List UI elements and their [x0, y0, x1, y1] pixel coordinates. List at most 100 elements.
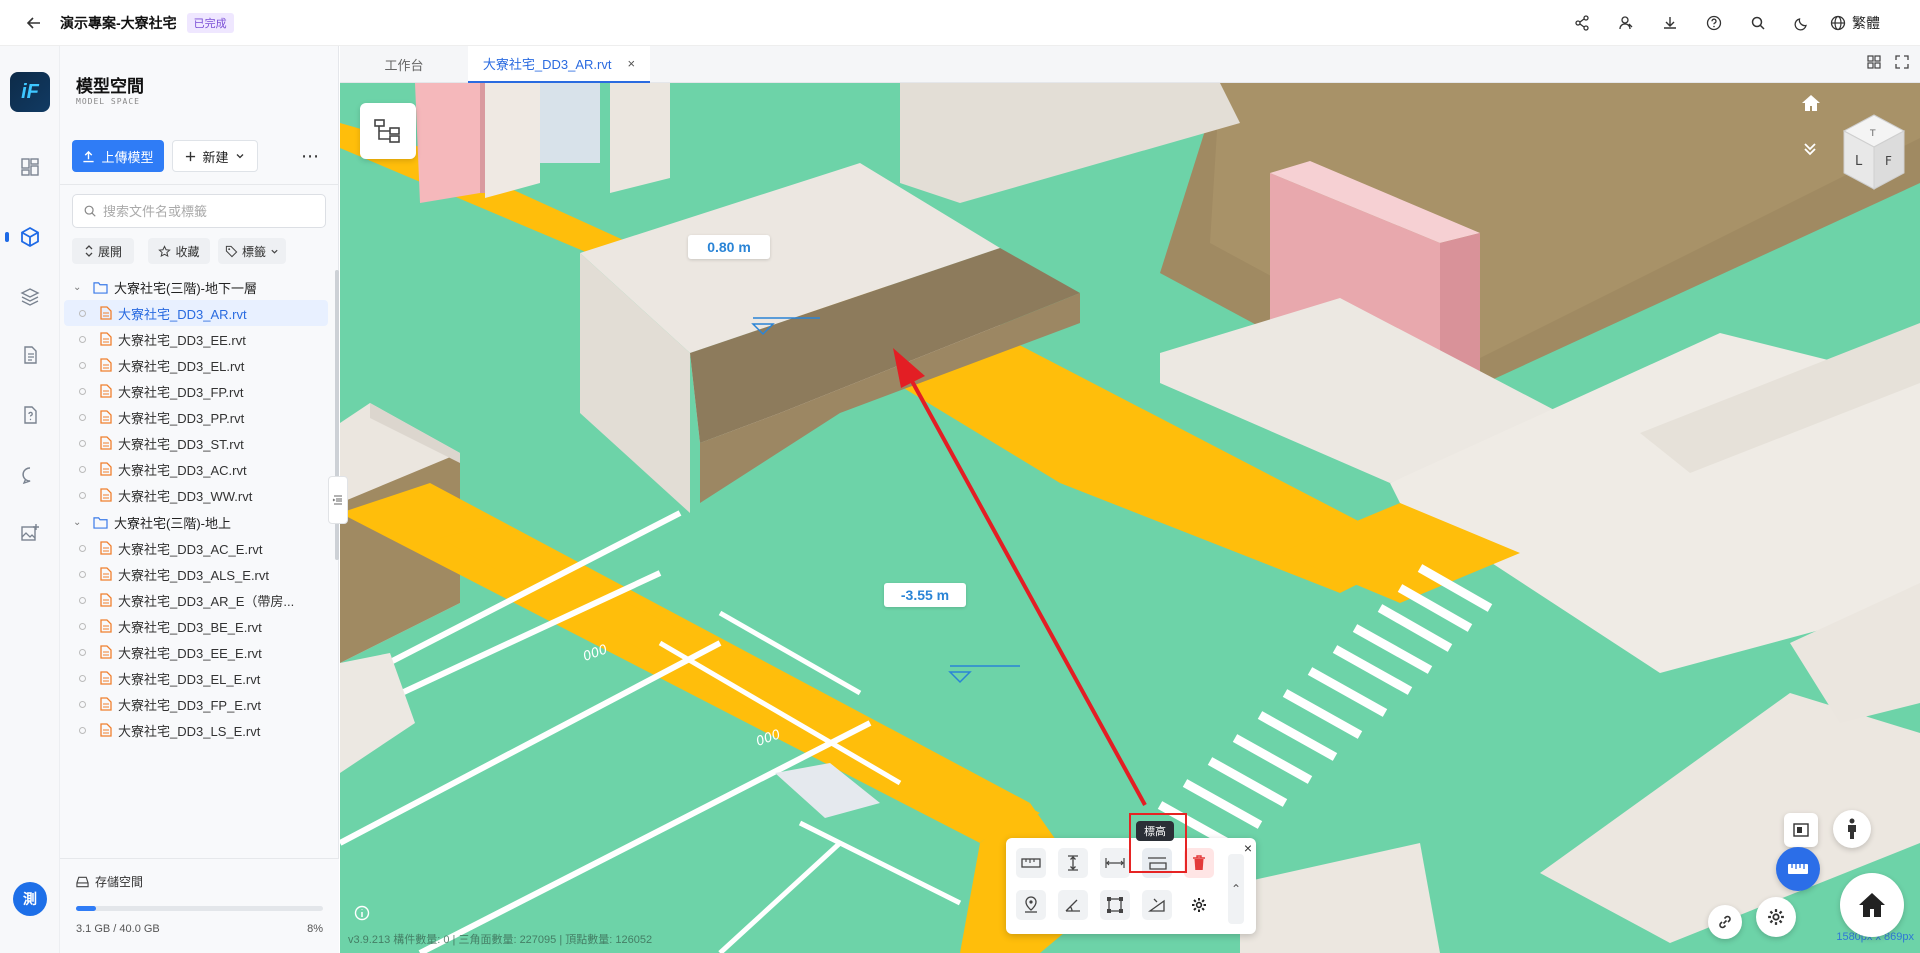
file-item[interactable]: 大寮社宅_DD3_EL.rvt — [64, 352, 328, 378]
file-item[interactable]: 大寮社宅_DD3_EE_E.rvt — [64, 639, 328, 665]
slope-measure-icon[interactable] — [1142, 890, 1172, 920]
dark-mode-icon[interactable] — [1780, 0, 1824, 46]
file-item[interactable]: 大寮社宅_DD3_AR_E（帶房... — [64, 587, 328, 613]
comment-icon[interactable] — [15, 460, 45, 490]
collaborators-icon[interactable] — [1604, 0, 1648, 46]
expand-chip[interactable]: 展開 — [72, 238, 134, 264]
tab-workbench[interactable]: 工作台 — [340, 46, 468, 83]
file-item[interactable]: 大寮社宅_DD3_AC.rvt — [64, 456, 328, 482]
file-icon — [100, 723, 112, 737]
3d-viewport[interactable]: 000 000 0.80 m -3.55 m T L F × ⌃ 標高 v3.9… — [340, 83, 1920, 953]
file-icon — [100, 671, 112, 685]
language-switch[interactable]: 繁體 — [1830, 13, 1880, 33]
image-add-icon[interactable] — [15, 518, 45, 548]
point-location-icon[interactable] — [1016, 890, 1046, 920]
home-button[interactable] — [1840, 873, 1904, 937]
link-icon[interactable] — [1708, 905, 1742, 939]
file-item[interactable]: 大寮社宅_DD3_FP_E.rvt — [64, 691, 328, 717]
file-label: 大寮社宅_DD3_BE_E.rvt — [118, 619, 262, 635]
file-item[interactable]: 大寮社宅_DD3_AC_E.rvt — [64, 535, 328, 561]
folder-icon — [93, 281, 108, 294]
width-measure-icon[interactable] — [1100, 848, 1130, 878]
measure-mode-button[interactable] — [1776, 847, 1820, 891]
file-item[interactable]: 大寮社宅_DD3_EE.rvt — [64, 326, 328, 352]
model-cube-icon[interactable] — [15, 222, 45, 252]
fullscreen-icon[interactable] — [1894, 54, 1910, 70]
elevation-tag-upper[interactable]: 0.80 m — [688, 235, 770, 259]
file-icon — [100, 306, 112, 320]
file-item[interactable]: 大寮社宅_DD3_PP.rvt — [64, 404, 328, 430]
settings-gear-icon[interactable] — [1184, 890, 1214, 920]
angle-measure-icon[interactable] — [1058, 890, 1088, 920]
expand-icon — [85, 245, 93, 257]
file-label: 大寮社宅_DD3_EL_E.rvt — [118, 671, 261, 687]
file-item[interactable]: 大寮社宅_DD3_ALS_E.rvt — [64, 561, 328, 587]
dashboard-icon[interactable] — [15, 152, 45, 182]
back-arrow-icon[interactable] — [22, 11, 46, 35]
file-icon — [100, 488, 112, 502]
file-item[interactable]: 大寮社宅_DD3_BE_E.rvt — [64, 613, 328, 639]
share-icon[interactable] — [1560, 0, 1604, 46]
svg-text:F: F — [1885, 154, 1892, 168]
area-measure-icon[interactable] — [1100, 890, 1130, 920]
search-icon[interactable] — [1736, 0, 1780, 46]
folder-above-ground[interactable]: ⌄ 大寮社宅(三階)-地上 — [60, 509, 330, 535]
download-icon[interactable] — [1648, 0, 1692, 46]
close-icon[interactable]: × — [1244, 840, 1252, 856]
model-tree-button[interactable] — [360, 103, 416, 159]
section-view-icon[interactable] — [1784, 813, 1818, 847]
divider — [60, 184, 339, 185]
user-avatar[interactable]: 測 — [13, 882, 47, 916]
question-file-icon[interactable] — [15, 400, 45, 430]
vertical-measure-icon[interactable] — [1058, 848, 1088, 878]
storage-used: 3.1 GB / 40.0 GB — [76, 923, 160, 935]
elevation-tag-lower[interactable]: -3.55 m — [884, 583, 966, 607]
folder-basement[interactable]: ⌄ 大寮社宅(三階)-地下一層 — [60, 274, 330, 300]
chevron-down-icon — [271, 249, 278, 254]
tab-label: 大寮社宅_DD3_AR.rvt — [482, 57, 612, 72]
favorites-chip[interactable]: 收藏 — [148, 238, 210, 264]
file-item[interactable]: 大寮社宅_DD3_WW.rvt — [64, 482, 328, 508]
storage-title: 存儲空間 — [76, 873, 143, 890]
file-icon — [100, 436, 112, 450]
search-input[interactable] — [103, 203, 313, 219]
status-badge: 已完成 — [186, 12, 234, 33]
home-view-icon[interactable] — [1800, 93, 1822, 116]
tab-model-file[interactable]: 大寮社宅_DD3_AR.rvt × — [468, 46, 650, 83]
file-icon — [100, 541, 112, 555]
chevron-up-icon[interactable]: ⌃ — [1228, 854, 1244, 924]
file-icon — [100, 619, 112, 633]
file-item[interactable]: 大寮社宅_DD3_LS_E.rvt — [64, 717, 328, 743]
viewer-settings-icon[interactable] — [1756, 897, 1796, 937]
tags-chip[interactable]: 標籤 — [218, 238, 286, 264]
help-icon[interactable] — [1692, 0, 1736, 46]
tab-bar: 工作台 大寮社宅_DD3_AR.rvt × — [340, 46, 1920, 83]
search-icon — [84, 205, 96, 217]
upload-label: 上傳模型 — [101, 149, 154, 165]
layers-icon[interactable] — [15, 282, 45, 312]
delete-icon[interactable] — [1184, 848, 1214, 878]
caret-down-icon: ⌄ — [73, 281, 82, 293]
file-item[interactable]: 大寮社宅_DD3_AR.rvt — [64, 300, 328, 326]
file-item[interactable]: 大寮社宅_DD3_FP.rvt — [64, 378, 328, 404]
split-view-icon[interactable] — [1866, 54, 1882, 70]
file-label: 大寮社宅_DD3_ALS_E.rvt — [118, 567, 269, 583]
tags-label: 標籤 — [241, 244, 266, 259]
close-tab-icon[interactable]: × — [628, 56, 636, 71]
more-options-icon[interactable]: ⋯ — [295, 144, 325, 168]
double-chevron-down-icon[interactable] — [1802, 141, 1818, 160]
upload-model-button[interactable]: 上傳模型 — [72, 140, 164, 172]
file-item[interactable]: 大寮社宅_DD3_ST.rvt — [64, 430, 328, 456]
new-button[interactable]: 新建 — [172, 140, 258, 172]
file-item[interactable]: 大寮社宅_DD3_EL_E.rvt — [64, 665, 328, 691]
ruler-icon — [1788, 864, 1808, 874]
file-tree: ⌄ 大寮社宅(三階)-地下一層 大寮社宅_DD3_AR.rvt 大寮社宅_DD3… — [60, 274, 339, 902]
distance-measure-icon[interactable] — [1016, 848, 1046, 878]
document-icon[interactable] — [15, 340, 45, 370]
walk-mode-icon[interactable] — [1833, 810, 1871, 848]
view-cube[interactable]: T L F — [1838, 111, 1910, 210]
collapse-sidebar-icon[interactable] — [328, 476, 348, 524]
expand-label: 展開 — [97, 244, 122, 259]
new-label: 新建 — [202, 149, 229, 165]
info-icon[interactable] — [354, 905, 370, 924]
